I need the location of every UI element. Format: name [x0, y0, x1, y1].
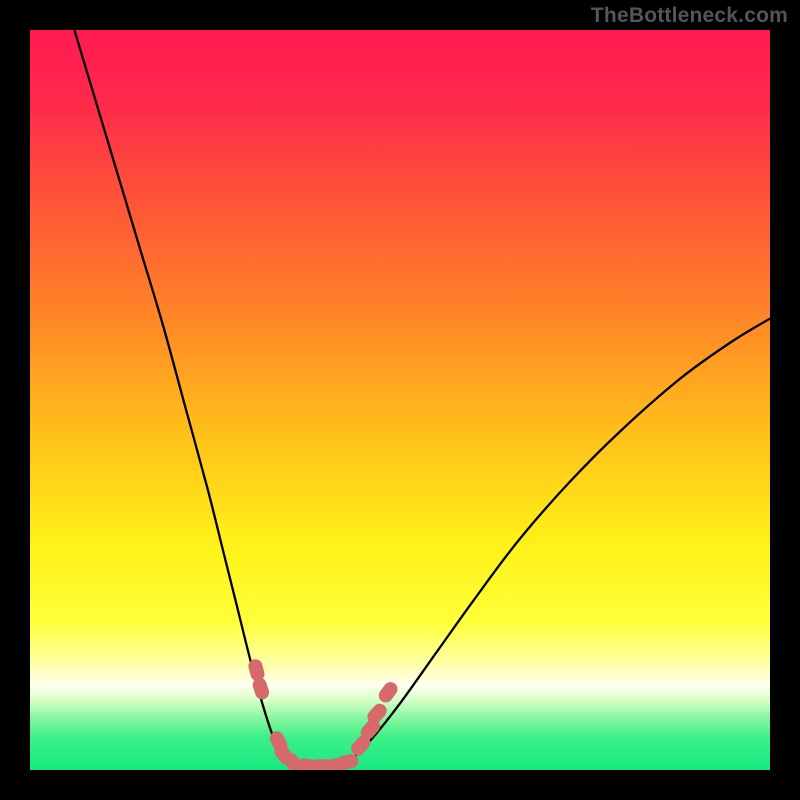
trough-markers — [247, 658, 401, 770]
bottleneck-curve — [30, 30, 770, 770]
curve-line — [74, 30, 770, 766]
plot-area — [30, 30, 770, 770]
watermark-text: TheBottleneck.com — [591, 4, 788, 28]
chart-frame: TheBottleneck.com — [0, 0, 800, 800]
